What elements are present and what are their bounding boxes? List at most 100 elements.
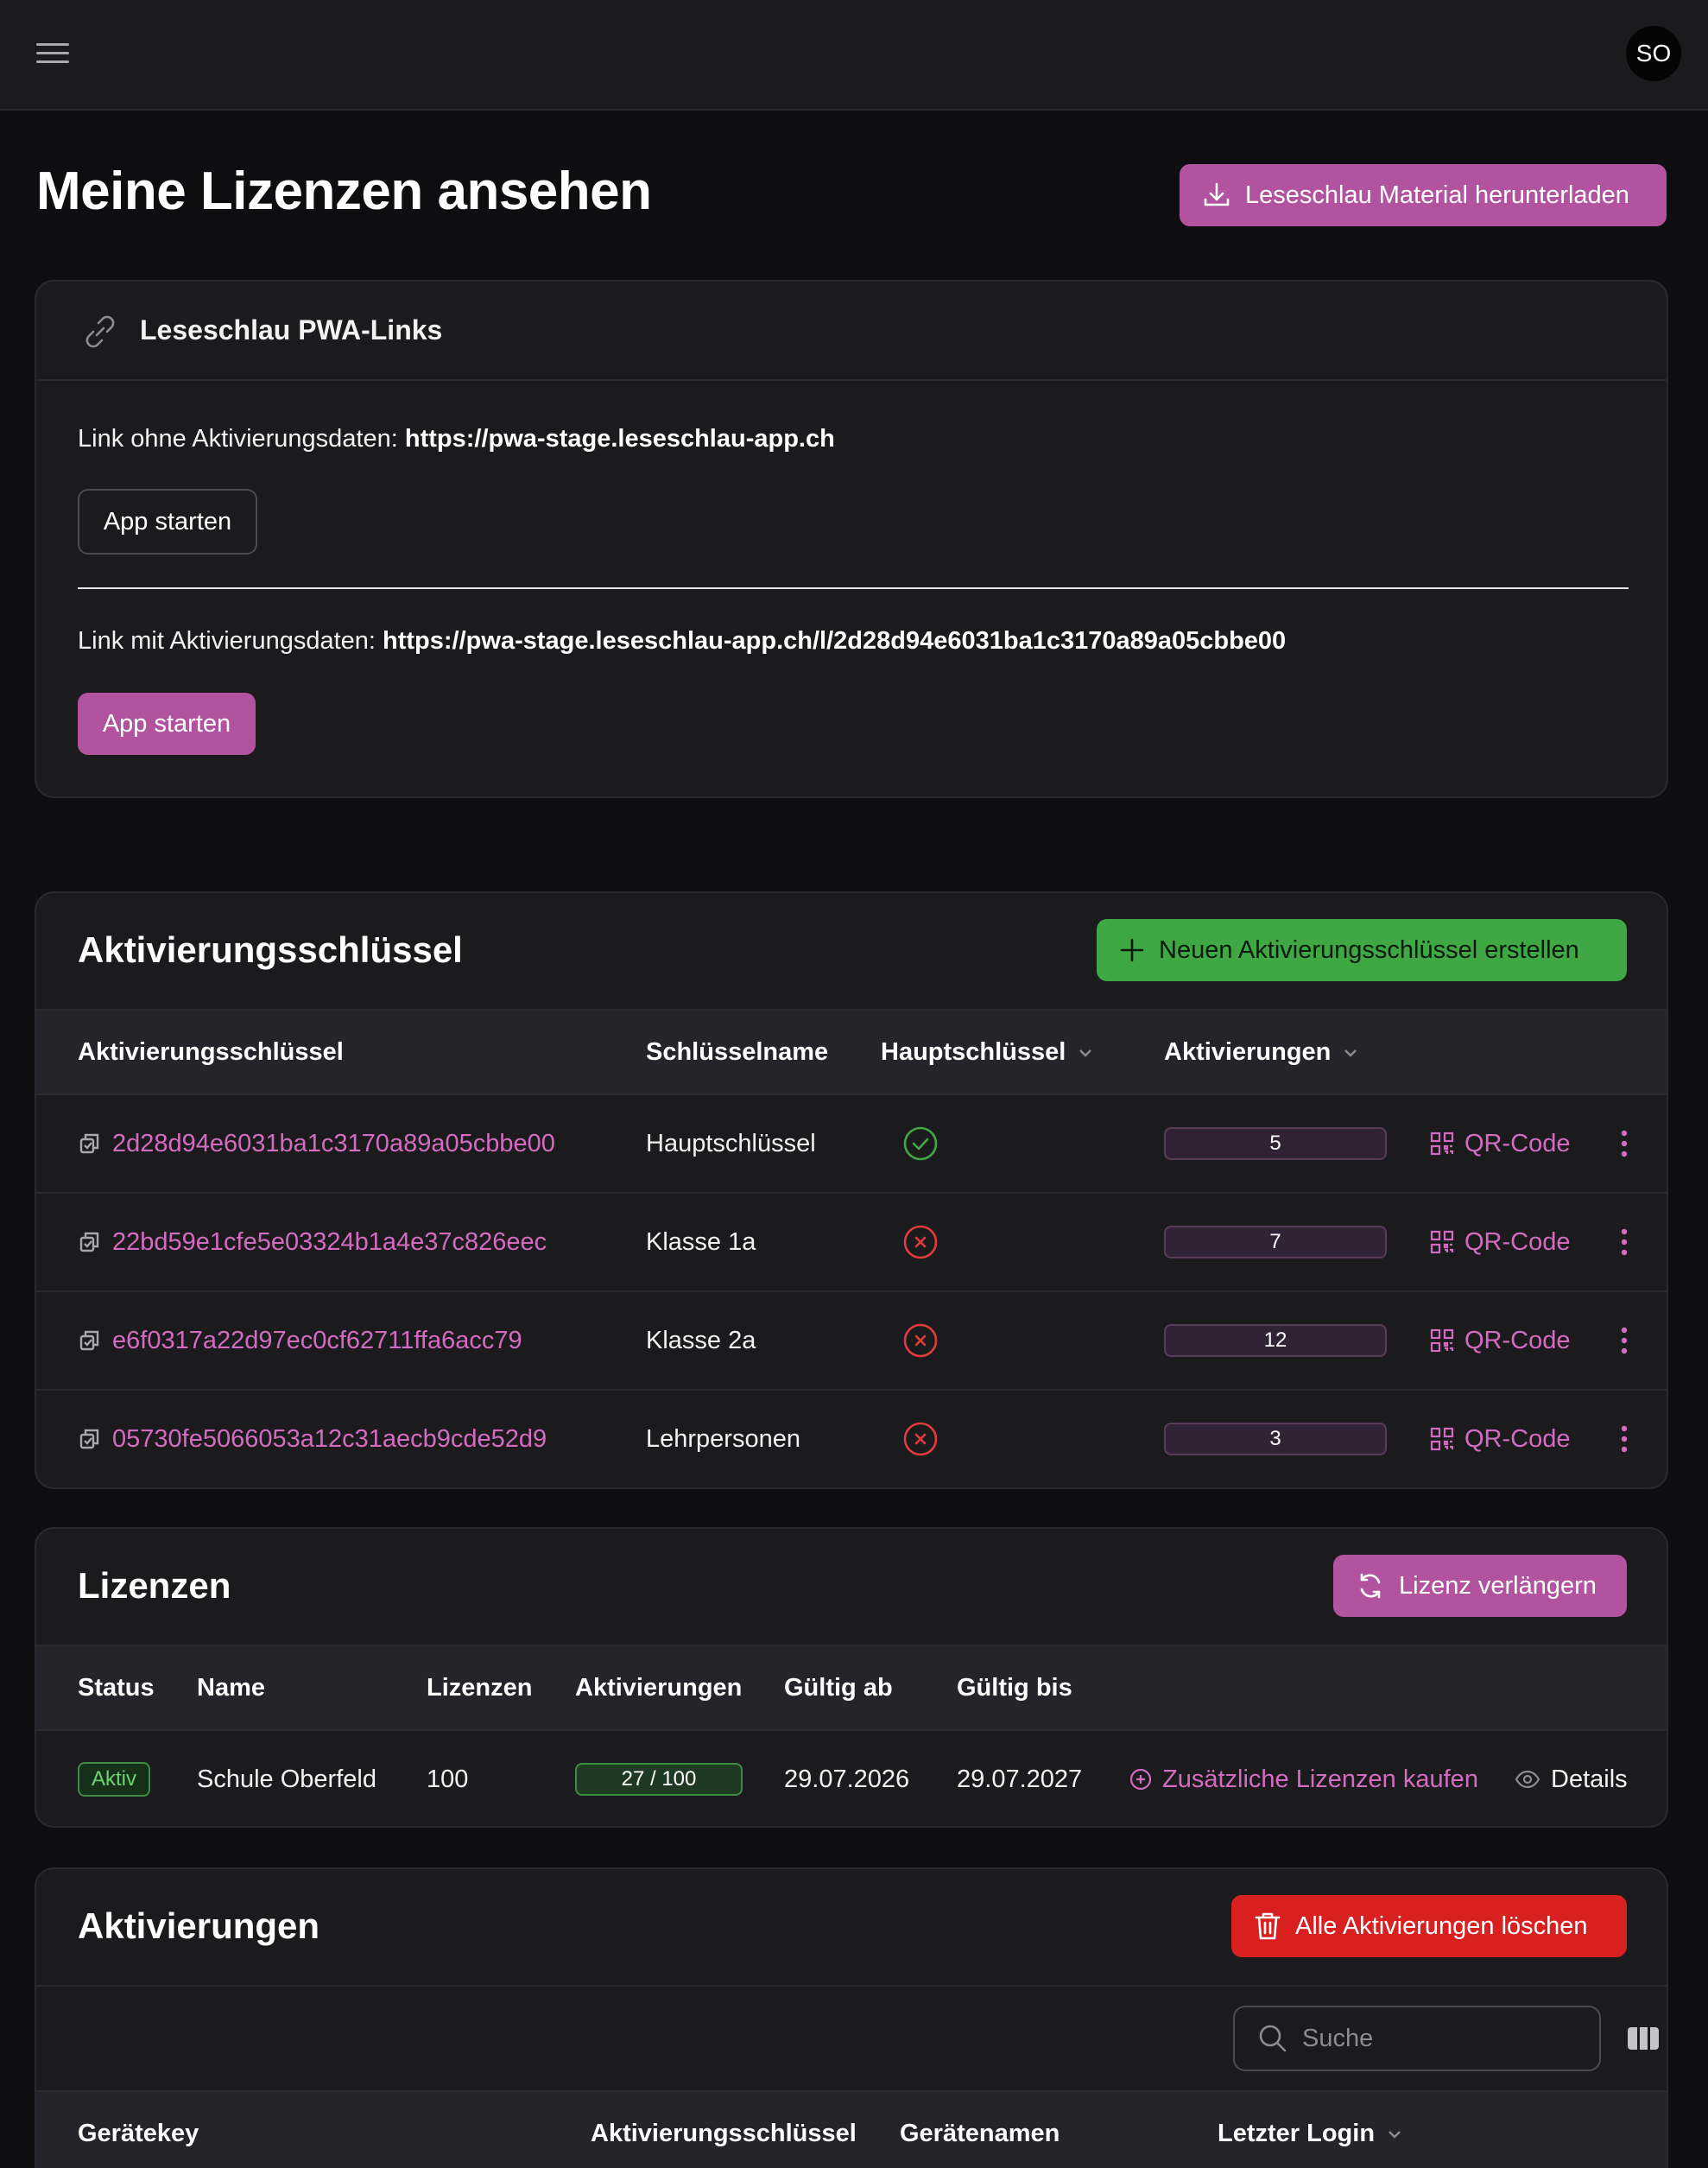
activations-cell: 7: [1164, 1194, 1387, 1290]
col-activations: Aktivierungen: [575, 1674, 743, 1702]
table-row: 2d28d94e6031ba1c3170a89a05cbbe00 Hauptsch…: [36, 1095, 1667, 1194]
table-row: Aktiv Schule Oberfeld 100 27 / 100 29.07…: [36, 1731, 1667, 1826]
table-row: 22bd59e1cfe5e03324b1a4e37c826eec Klasse 1…: [36, 1194, 1667, 1292]
pwa-links-title: Leseschlau PWA-Links: [140, 314, 443, 345]
activation-key-cell[interactable]: 2d28d94e6031ba1c3170a89a05cbbe00: [78, 1095, 555, 1192]
activation-key-value[interactable]: e6f0317a22d97ec0cf62711ffa6acc79: [112, 1327, 522, 1355]
delete-all-label: Alle Aktivierungen löschen: [1295, 1911, 1588, 1940]
check-circle-icon: [903, 1095, 938, 1192]
x-circle-icon: [903, 1292, 938, 1389]
more-options-icon[interactable]: [1620, 1292, 1629, 1389]
activation-key-cell[interactable]: 22bd59e1cfe5e03324b1a4e37c826eec: [78, 1194, 547, 1290]
activation-key-value[interactable]: 05730fe5066053a12c31aecb9cde52d9: [112, 1425, 547, 1454]
key-name: Klasse 1a: [646, 1227, 756, 1256]
license-count: 100: [427, 1765, 469, 1793]
qr-code-label: QR-Code: [1464, 1129, 1571, 1157]
qr-code-icon: [1430, 1328, 1454, 1353]
refresh-icon: [1356, 1571, 1385, 1601]
details-link[interactable]: Details: [1515, 1731, 1628, 1826]
link-without-url[interactable]: https://pwa-stage.leseschlau-app.ch: [405, 425, 835, 453]
start-app-with-data-button[interactable]: App starten: [78, 693, 256, 755]
start-app-label: App starten: [103, 507, 232, 536]
qr-code-button[interactable]: QR-Code: [1430, 1292, 1571, 1389]
activation-key-value[interactable]: 2d28d94e6031ba1c3170a89a05cbbe00: [112, 1130, 555, 1158]
more-options-icon[interactable]: [1620, 1391, 1629, 1487]
col-key-name: Schlüsselname: [646, 1038, 829, 1066]
page-title: Meine Lizenzen ansehen: [36, 162, 652, 221]
details-label: Details: [1551, 1765, 1628, 1793]
key-name: Hauptschlüssel: [646, 1129, 816, 1157]
x-circle-icon: [903, 1391, 938, 1487]
eye-icon: [1515, 1769, 1540, 1790]
search-icon: [1257, 2023, 1288, 2054]
col-device-key: Gerätekey: [78, 2120, 199, 2147]
col-status: Status: [78, 1674, 155, 1702]
download-material-label: Leseschlau Material herunterladen: [1245, 181, 1629, 209]
top-bar: SO: [0, 0, 1708, 111]
activation-key-cell[interactable]: e6f0317a22d97ec0cf62711ffa6acc79: [78, 1292, 522, 1389]
col-activations[interactable]: Aktivierungen: [1164, 1038, 1360, 1067]
avatar[interactable]: SO: [1626, 26, 1681, 81]
activations-count: 12: [1164, 1324, 1387, 1357]
renew-license-button[interactable]: Lizenz verlängern: [1333, 1555, 1627, 1617]
create-key-button[interactable]: Neuen Aktivierungsschlüssel erstellen: [1097, 919, 1627, 981]
plus-icon: [1119, 937, 1145, 963]
renew-license-label: Lizenz verlängern: [1399, 1571, 1597, 1600]
col-valid-to: Gültig bis: [957, 1674, 1072, 1702]
columns-icon[interactable]: [1627, 2025, 1660, 2052]
col-main-key[interactable]: Hauptschlüssel: [881, 1038, 1095, 1067]
more-options-icon[interactable]: [1620, 1095, 1629, 1192]
more-options-icon[interactable]: [1620, 1194, 1629, 1290]
col-device-name: Gerätenamen: [900, 2120, 1060, 2147]
qr-code-icon: [1430, 1230, 1454, 1254]
keys-table-header: Aktivierungsschlüssel Schlüsselname Haup…: [36, 1011, 1667, 1095]
activations-count: 7: [1164, 1226, 1387, 1258]
plus-circle-icon: [1129, 1768, 1152, 1791]
divider: [78, 587, 1629, 589]
pwa-links-card: Leseschlau PWA-Links Link ohne Aktivieru…: [35, 280, 1668, 798]
activations-header: Aktivierungen Alle Aktivierungen löschen: [36, 1869, 1667, 1987]
hamburger-menu-icon[interactable]: [36, 38, 71, 69]
qr-code-button[interactable]: QR-Code: [1430, 1194, 1571, 1290]
licenses-table-header: Status Name Lizenzen Aktivierungen Gülti…: [36, 1646, 1667, 1731]
activations-count: 3: [1164, 1423, 1387, 1455]
qr-code-icon: [1430, 1427, 1454, 1451]
activation-keys-card: Aktivierungsschlüssel Neuen Aktivierungs…: [35, 891, 1668, 1489]
license-name: Schule Oberfeld: [197, 1765, 376, 1793]
valid-to: 29.07.2027: [957, 1765, 1083, 1793]
activation-keys-title: Aktivierungsschlüssel: [78, 929, 463, 970]
link-with-label: Link mit Aktivierungsdaten:: [78, 627, 376, 655]
download-icon: [1202, 181, 1231, 210]
buy-more-licenses-link[interactable]: Zusätzliche Lizenzen kaufen: [1129, 1731, 1478, 1826]
qr-code-button[interactable]: QR-Code: [1430, 1391, 1571, 1487]
activations-title: Aktivierungen: [78, 1905, 320, 1946]
qr-code-label: QR-Code: [1464, 1424, 1571, 1453]
activations-count: 5: [1164, 1127, 1387, 1160]
activation-key-cell[interactable]: 05730fe5066053a12c31aecb9cde52d9: [78, 1391, 547, 1487]
search-field[interactable]: [1233, 2006, 1601, 2071]
start-app-button[interactable]: App starten: [78, 489, 257, 555]
col-name: Name: [197, 1674, 265, 1702]
copy-icon[interactable]: [78, 1328, 102, 1353]
copy-icon[interactable]: [78, 1132, 102, 1156]
activation-key-value[interactable]: 22bd59e1cfe5e03324b1a4e37c826eec: [112, 1228, 547, 1257]
activations-cell: 3: [1164, 1391, 1387, 1487]
buy-more-label: Zusätzliche Lizenzen kaufen: [1162, 1765, 1478, 1793]
chevron-down-icon: [1385, 2125, 1404, 2144]
link-with-url[interactable]: https://pwa-stage.leseschlau-app.ch/l/2d…: [383, 627, 1286, 655]
start-app-with-data-label: App starten: [102, 709, 231, 738]
qr-code-button[interactable]: QR-Code: [1430, 1095, 1571, 1192]
search-input[interactable]: [1302, 2024, 1561, 2053]
download-material-button[interactable]: Leseschlau Material herunterladen: [1180, 164, 1667, 226]
col-last-login[interactable]: Letzter Login: [1218, 2120, 1404, 2148]
copy-icon[interactable]: [78, 1230, 102, 1254]
licenses-card: Lizenzen Lizenz verlängern Status Name L…: [35, 1527, 1668, 1828]
valid-from: 29.07.2026: [784, 1765, 910, 1793]
copy-icon[interactable]: [78, 1427, 102, 1451]
pwa-links-header: Leseschlau PWA-Links: [36, 282, 1667, 381]
status-cell: Aktiv: [78, 1731, 151, 1826]
table-row: e6f0317a22d97ec0cf62711ffa6acc79 Klasse 2…: [36, 1292, 1667, 1391]
qr-code-icon: [1430, 1132, 1454, 1156]
col-valid-from: Gültig ab: [784, 1674, 893, 1702]
delete-all-activations-button[interactable]: Alle Aktivierungen löschen: [1231, 1895, 1627, 1957]
